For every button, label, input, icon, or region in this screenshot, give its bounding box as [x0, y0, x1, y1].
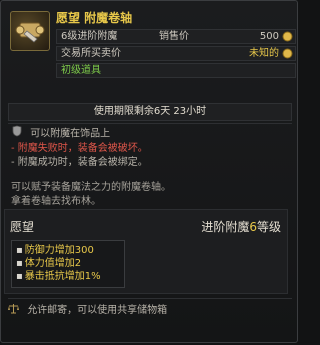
enchant-option-text: 暴击抵抗增加1% [24, 271, 101, 282]
level-label: 6级进阶附魔 [61, 31, 118, 42]
footer-line: 允许邮寄，可以使用共享储物箱 [7, 301, 167, 318]
description-line-1: 可以赋予装备魔法之力的附魔卷轴。 [11, 182, 171, 193]
info-row-grade: 初级道具 [56, 63, 296, 78]
item-title: 愿望 附魔卷轴 [56, 11, 133, 25]
time-limit-bar: 使用期限剩余6天 23小时 [8, 103, 292, 121]
enchant-name: 愿望 [10, 220, 35, 234]
price-label: 销售价 [159, 31, 189, 42]
enchant-level: 进阶附魔6等级 [201, 218, 281, 235]
enchant-option: ▪ 防御力增加300 [16, 245, 94, 256]
enchant-option: ▪ 暴击抵抗增加1% [16, 271, 101, 282]
description-line-2: 拿着卷轴去找布林。 [11, 196, 101, 207]
enchant-panel: 愿望 进阶附魔6等级 ▪ 防御力增加300 ▪ 体力值增加2 ▪ 暴击抵抗增加1% [4, 209, 288, 294]
equip-note: 可以附魔在饰品上 [30, 128, 111, 140]
armor-icon [11, 125, 23, 142]
gold-coin-icon [282, 31, 293, 46]
info-row-level: 6级进阶附魔 销售价 500 [56, 29, 296, 44]
item-tooltip: 愿望 附魔卷轴 6级进阶附魔 销售价 500 交易所买卖价 未知的 初级道具 使… [0, 0, 298, 343]
enchant-option-text: 体力值增加2 [24, 258, 82, 269]
enchant-level-prefix: 进阶附魔 [201, 220, 250, 234]
enchant-level-value: 6 [249, 220, 257, 234]
enchant-options: ▪ 防御力增加300 ▪ 体力值增加2 ▪ 暴击抵抗增加1% [11, 240, 125, 288]
exchange-label: 交易所买卖价 [61, 48, 121, 59]
price-value: 500 [259, 31, 279, 42]
grade-label: 初级道具 [61, 65, 101, 76]
warning-line-1: - 附魔失败时，装备会被破坏。 [11, 143, 148, 154]
info-row-exchange: 交易所买卖价 未知的 [56, 46, 296, 61]
warning-line-2: - 附魔成功时，装备会被绑定。 [11, 157, 148, 168]
divider [8, 123, 292, 124]
scroll-icon [10, 11, 50, 51]
exchange-value: 未知的 [249, 48, 279, 59]
scale-icon [7, 303, 20, 318]
tooltip-header: 愿望 附魔卷轴 6级进阶附魔 销售价 500 交易所买卖价 未知的 初级道具 使… [8, 7, 296, 121]
divider [8, 298, 292, 299]
equip-note-line: 可以附魔在饰品上 [11, 125, 110, 142]
enchant-option-text: 防御力增加300 [24, 245, 94, 256]
gold-coin-icon [282, 48, 293, 63]
enchant-level-suffix: 等级 [256, 220, 281, 234]
enchant-option: ▪ 体力值增加2 [16, 258, 82, 269]
footer-text: 允许邮寄，可以使用共享储物箱 [27, 305, 168, 316]
